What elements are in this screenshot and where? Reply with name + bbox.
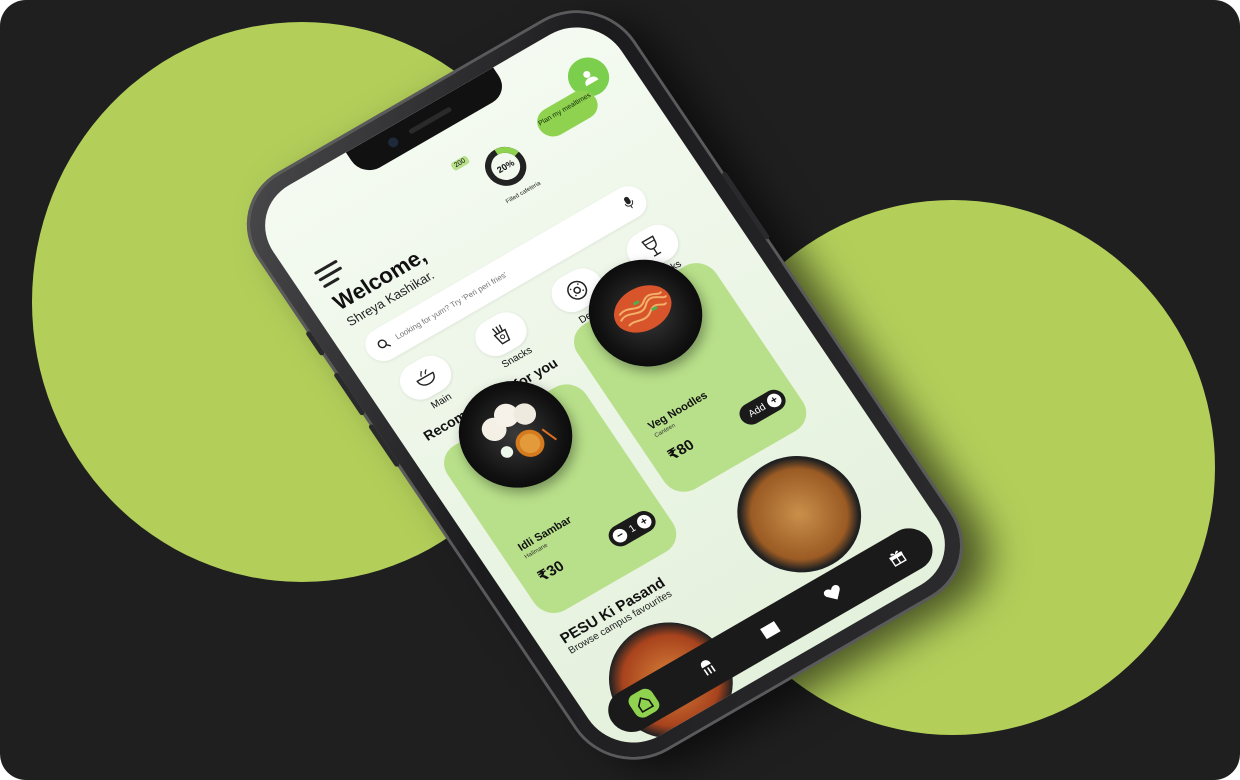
food-price: ₹30 xyxy=(534,557,568,586)
dining-icon xyxy=(700,660,716,676)
ticket-icon xyxy=(760,621,781,640)
home-icon xyxy=(637,697,654,714)
nav-rewards[interactable] xyxy=(879,540,916,575)
decrement-button[interactable]: − xyxy=(610,526,631,545)
search-icon xyxy=(377,339,392,349)
nav-home[interactable] xyxy=(625,686,663,721)
nav-dining[interactable] xyxy=(688,649,725,684)
food-price: ₹80 xyxy=(664,436,698,465)
bowl-icon xyxy=(416,369,435,386)
food-name: Veg Noodles xyxy=(645,389,710,433)
showcase-stage: 200 20% Filled cafeteria Plan my mealtim… xyxy=(0,0,1240,780)
add-label: Add xyxy=(746,401,768,420)
gift-icon xyxy=(889,550,908,567)
plus-icon: + xyxy=(764,391,785,410)
increment-button[interactable]: + xyxy=(634,512,655,532)
capacity-percent: 20% xyxy=(495,158,516,175)
nav-favourites[interactable] xyxy=(815,576,852,611)
add-to-cart-button[interactable]: Add + xyxy=(735,385,790,429)
user-icon xyxy=(583,71,599,87)
fries-icon xyxy=(492,324,511,345)
camera-icon xyxy=(386,135,401,150)
capacity-count: 200 xyxy=(449,155,471,172)
nav-tickets[interactable] xyxy=(752,613,789,648)
quantity-stepper[interactable]: − 1 + xyxy=(604,507,660,551)
plan-mealtimes-button[interactable]: Plan my mealtimes xyxy=(531,84,604,142)
quantity-value: 1 xyxy=(626,522,638,535)
heart-icon xyxy=(823,584,840,600)
